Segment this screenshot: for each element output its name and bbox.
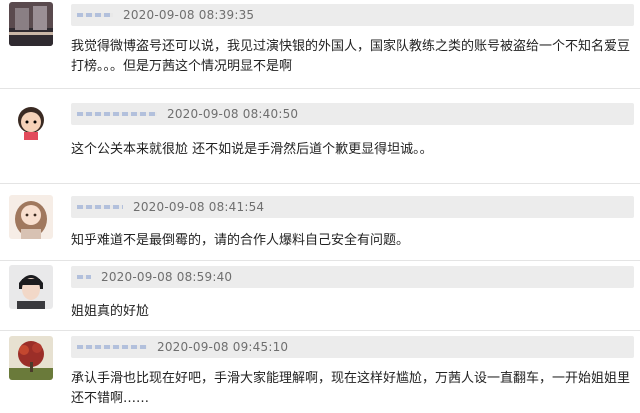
comment-meta: 2020-09-08 08:59:40 [71, 266, 634, 288]
comment-text: 姐姐真的好尬 [71, 304, 150, 319]
comment-text: 我觉得微博盗号还可以说，我见过演快银的外国人，国家队教练之类的账号被盗给一个不知… [71, 39, 631, 74]
comment-meta: 2020-09-08 09:45:10 [71, 336, 634, 358]
username[interactable] [77, 200, 123, 214]
avatar[interactable] [9, 100, 53, 144]
timestamp: 2020-09-08 08:39:35 [123, 8, 255, 22]
comment-meta: 2020-09-08 08:39:35 [71, 4, 634, 26]
avatar[interactable] [9, 195, 53, 239]
comment-text: 知乎难道不是最倒霉的，请的合作人爆料自己安全有问题。 [71, 233, 410, 248]
timestamp: 2020-09-08 08:40:50 [167, 107, 299, 121]
avatar[interactable] [9, 265, 53, 309]
username[interactable] [77, 340, 147, 354]
divider [0, 260, 640, 261]
username[interactable] [77, 107, 157, 121]
comment-meta: 2020-09-08 08:41:54 [71, 196, 634, 218]
timestamp: 2020-09-08 08:41:54 [133, 200, 265, 214]
timestamp: 2020-09-08 09:45:10 [157, 340, 289, 354]
divider [0, 183, 640, 184]
username[interactable] [77, 8, 113, 22]
comment-text: 承认手滑也比现在好吧，手滑大家能理解啊，现在这样好尴尬，万茜人设一直翻车，一开始… [71, 371, 631, 406]
timestamp: 2020-09-08 08:59:40 [101, 270, 233, 284]
divider [0, 330, 640, 331]
comment-meta: 2020-09-08 08:40:50 [71, 103, 634, 125]
username[interactable] [77, 270, 91, 284]
avatar[interactable] [9, 2, 53, 46]
avatar[interactable] [9, 336, 53, 380]
comment-text: 这个公关本来就很尬 还不如说是手滑然后道个歉更显得坦诚。。 [71, 142, 433, 157]
divider [0, 88, 640, 89]
